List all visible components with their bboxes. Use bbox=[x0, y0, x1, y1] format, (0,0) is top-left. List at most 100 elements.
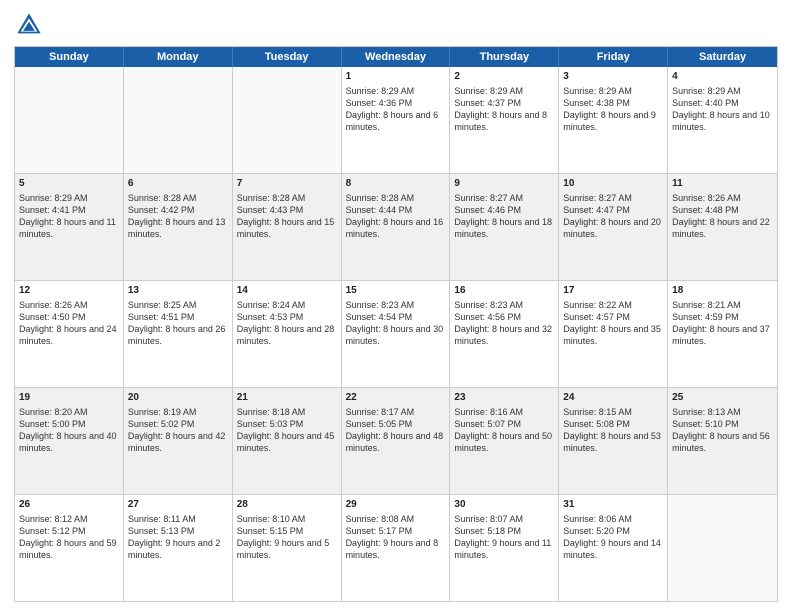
cell-info: Sunrise: 8:25 AM Sunset: 4:51 PM Dayligh… bbox=[128, 299, 228, 348]
cell-info: Sunrise: 8:18 AM Sunset: 5:03 PM Dayligh… bbox=[237, 406, 337, 455]
calendar-cell: 16Sunrise: 8:23 AM Sunset: 4:56 PM Dayli… bbox=[450, 281, 559, 387]
day-number: 8 bbox=[346, 177, 446, 191]
cell-info: Sunrise: 8:20 AM Sunset: 5:00 PM Dayligh… bbox=[19, 406, 119, 455]
calendar-cell: 19Sunrise: 8:20 AM Sunset: 5:00 PM Dayli… bbox=[15, 388, 124, 494]
calendar-cell: 18Sunrise: 8:21 AM Sunset: 4:59 PM Dayli… bbox=[668, 281, 777, 387]
cell-info: Sunrise: 8:08 AM Sunset: 5:17 PM Dayligh… bbox=[346, 513, 446, 562]
calendar-cell: 14Sunrise: 8:24 AM Sunset: 4:53 PM Dayli… bbox=[233, 281, 342, 387]
cell-info: Sunrise: 8:29 AM Sunset: 4:40 PM Dayligh… bbox=[672, 85, 773, 134]
day-number: 12 bbox=[19, 284, 119, 298]
day-number: 27 bbox=[128, 498, 228, 512]
calendar-cell: 17Sunrise: 8:22 AM Sunset: 4:57 PM Dayli… bbox=[559, 281, 668, 387]
day-number: 9 bbox=[454, 177, 554, 191]
day-number: 16 bbox=[454, 284, 554, 298]
weekday-header: Friday bbox=[559, 47, 668, 67]
day-number: 29 bbox=[346, 498, 446, 512]
day-number: 3 bbox=[563, 70, 663, 84]
cell-info: Sunrise: 8:16 AM Sunset: 5:07 PM Dayligh… bbox=[454, 406, 554, 455]
weekday-header: Saturday bbox=[668, 47, 777, 67]
cell-info: Sunrise: 8:10 AM Sunset: 5:15 PM Dayligh… bbox=[237, 513, 337, 562]
day-number: 26 bbox=[19, 498, 119, 512]
calendar-cell: 30Sunrise: 8:07 AM Sunset: 5:18 PM Dayli… bbox=[450, 495, 559, 601]
calendar-cell: 26Sunrise: 8:12 AM Sunset: 5:12 PM Dayli… bbox=[15, 495, 124, 601]
calendar-header: SundayMondayTuesdayWednesdayThursdayFrid… bbox=[15, 47, 777, 67]
day-number: 15 bbox=[346, 284, 446, 298]
day-number: 21 bbox=[237, 391, 337, 405]
day-number: 6 bbox=[128, 177, 228, 191]
day-number: 24 bbox=[563, 391, 663, 405]
cell-info: Sunrise: 8:27 AM Sunset: 4:46 PM Dayligh… bbox=[454, 192, 554, 241]
cell-info: Sunrise: 8:29 AM Sunset: 4:37 PM Dayligh… bbox=[454, 85, 554, 134]
calendar-cell bbox=[233, 67, 342, 173]
cell-info: Sunrise: 8:29 AM Sunset: 4:36 PM Dayligh… bbox=[346, 85, 446, 134]
calendar-cell bbox=[15, 67, 124, 173]
calendar-cell: 6Sunrise: 8:28 AM Sunset: 4:42 PM Daylig… bbox=[124, 174, 233, 280]
calendar-cell bbox=[668, 495, 777, 601]
calendar-cell: 4Sunrise: 8:29 AM Sunset: 4:40 PM Daylig… bbox=[668, 67, 777, 173]
cell-info: Sunrise: 8:24 AM Sunset: 4:53 PM Dayligh… bbox=[237, 299, 337, 348]
cell-info: Sunrise: 8:28 AM Sunset: 4:43 PM Dayligh… bbox=[237, 192, 337, 241]
cell-info: Sunrise: 8:12 AM Sunset: 5:12 PM Dayligh… bbox=[19, 513, 119, 562]
cell-info: Sunrise: 8:21 AM Sunset: 4:59 PM Dayligh… bbox=[672, 299, 773, 348]
calendar-cell: 7Sunrise: 8:28 AM Sunset: 4:43 PM Daylig… bbox=[233, 174, 342, 280]
calendar-cell: 23Sunrise: 8:16 AM Sunset: 5:07 PM Dayli… bbox=[450, 388, 559, 494]
calendar-cell: 20Sunrise: 8:19 AM Sunset: 5:02 PM Dayli… bbox=[124, 388, 233, 494]
calendar-cell: 22Sunrise: 8:17 AM Sunset: 5:05 PM Dayli… bbox=[342, 388, 451, 494]
calendar-cell: 1Sunrise: 8:29 AM Sunset: 4:36 PM Daylig… bbox=[342, 67, 451, 173]
day-number: 31 bbox=[563, 498, 663, 512]
cell-info: Sunrise: 8:26 AM Sunset: 4:48 PM Dayligh… bbox=[672, 192, 773, 241]
day-number: 28 bbox=[237, 498, 337, 512]
calendar-row: 26Sunrise: 8:12 AM Sunset: 5:12 PM Dayli… bbox=[15, 495, 777, 601]
weekday-header: Tuesday bbox=[233, 47, 342, 67]
weekday-header: Thursday bbox=[450, 47, 559, 67]
day-number: 4 bbox=[672, 70, 773, 84]
calendar-cell: 5Sunrise: 8:29 AM Sunset: 4:41 PM Daylig… bbox=[15, 174, 124, 280]
day-number: 11 bbox=[672, 177, 773, 191]
calendar-row: 12Sunrise: 8:26 AM Sunset: 4:50 PM Dayli… bbox=[15, 281, 777, 388]
cell-info: Sunrise: 8:06 AM Sunset: 5:20 PM Dayligh… bbox=[563, 513, 663, 562]
day-number: 5 bbox=[19, 177, 119, 191]
calendar-cell bbox=[124, 67, 233, 173]
logo bbox=[14, 10, 48, 40]
day-number: 13 bbox=[128, 284, 228, 298]
calendar-cell: 2Sunrise: 8:29 AM Sunset: 4:37 PM Daylig… bbox=[450, 67, 559, 173]
cell-info: Sunrise: 8:23 AM Sunset: 4:56 PM Dayligh… bbox=[454, 299, 554, 348]
cell-info: Sunrise: 8:13 AM Sunset: 5:10 PM Dayligh… bbox=[672, 406, 773, 455]
calendar-cell: 13Sunrise: 8:25 AM Sunset: 4:51 PM Dayli… bbox=[124, 281, 233, 387]
cell-info: Sunrise: 8:07 AM Sunset: 5:18 PM Dayligh… bbox=[454, 513, 554, 562]
calendar-cell: 27Sunrise: 8:11 AM Sunset: 5:13 PM Dayli… bbox=[124, 495, 233, 601]
day-number: 25 bbox=[672, 391, 773, 405]
calendar-cell: 15Sunrise: 8:23 AM Sunset: 4:54 PM Dayli… bbox=[342, 281, 451, 387]
calendar-cell: 10Sunrise: 8:27 AM Sunset: 4:47 PM Dayli… bbox=[559, 174, 668, 280]
calendar-cell: 24Sunrise: 8:15 AM Sunset: 5:08 PM Dayli… bbox=[559, 388, 668, 494]
calendar-cell: 11Sunrise: 8:26 AM Sunset: 4:48 PM Dayli… bbox=[668, 174, 777, 280]
calendar-cell: 3Sunrise: 8:29 AM Sunset: 4:38 PM Daylig… bbox=[559, 67, 668, 173]
cell-info: Sunrise: 8:29 AM Sunset: 4:38 PM Dayligh… bbox=[563, 85, 663, 134]
day-number: 22 bbox=[346, 391, 446, 405]
cell-info: Sunrise: 8:22 AM Sunset: 4:57 PM Dayligh… bbox=[563, 299, 663, 348]
day-number: 17 bbox=[563, 284, 663, 298]
day-number: 7 bbox=[237, 177, 337, 191]
day-number: 23 bbox=[454, 391, 554, 405]
cell-info: Sunrise: 8:27 AM Sunset: 4:47 PM Dayligh… bbox=[563, 192, 663, 241]
cell-info: Sunrise: 8:29 AM Sunset: 4:41 PM Dayligh… bbox=[19, 192, 119, 241]
calendar-cell: 9Sunrise: 8:27 AM Sunset: 4:46 PM Daylig… bbox=[450, 174, 559, 280]
calendar-cell: 28Sunrise: 8:10 AM Sunset: 5:15 PM Dayli… bbox=[233, 495, 342, 601]
calendar-body: 1Sunrise: 8:29 AM Sunset: 4:36 PM Daylig… bbox=[15, 67, 777, 601]
day-number: 14 bbox=[237, 284, 337, 298]
calendar-cell: 29Sunrise: 8:08 AM Sunset: 5:17 PM Dayli… bbox=[342, 495, 451, 601]
day-number: 10 bbox=[563, 177, 663, 191]
calendar-cell: 8Sunrise: 8:28 AM Sunset: 4:44 PM Daylig… bbox=[342, 174, 451, 280]
calendar-row: 19Sunrise: 8:20 AM Sunset: 5:00 PM Dayli… bbox=[15, 388, 777, 495]
cell-info: Sunrise: 8:15 AM Sunset: 5:08 PM Dayligh… bbox=[563, 406, 663, 455]
calendar: SundayMondayTuesdayWednesdayThursdayFrid… bbox=[14, 46, 778, 602]
day-number: 18 bbox=[672, 284, 773, 298]
cell-info: Sunrise: 8:19 AM Sunset: 5:02 PM Dayligh… bbox=[128, 406, 228, 455]
weekday-header: Wednesday bbox=[342, 47, 451, 67]
day-number: 2 bbox=[454, 70, 554, 84]
cell-info: Sunrise: 8:28 AM Sunset: 4:42 PM Dayligh… bbox=[128, 192, 228, 241]
cell-info: Sunrise: 8:28 AM Sunset: 4:44 PM Dayligh… bbox=[346, 192, 446, 241]
day-number: 1 bbox=[346, 70, 446, 84]
calendar-cell: 21Sunrise: 8:18 AM Sunset: 5:03 PM Dayli… bbox=[233, 388, 342, 494]
calendar-row: 1Sunrise: 8:29 AM Sunset: 4:36 PM Daylig… bbox=[15, 67, 777, 174]
